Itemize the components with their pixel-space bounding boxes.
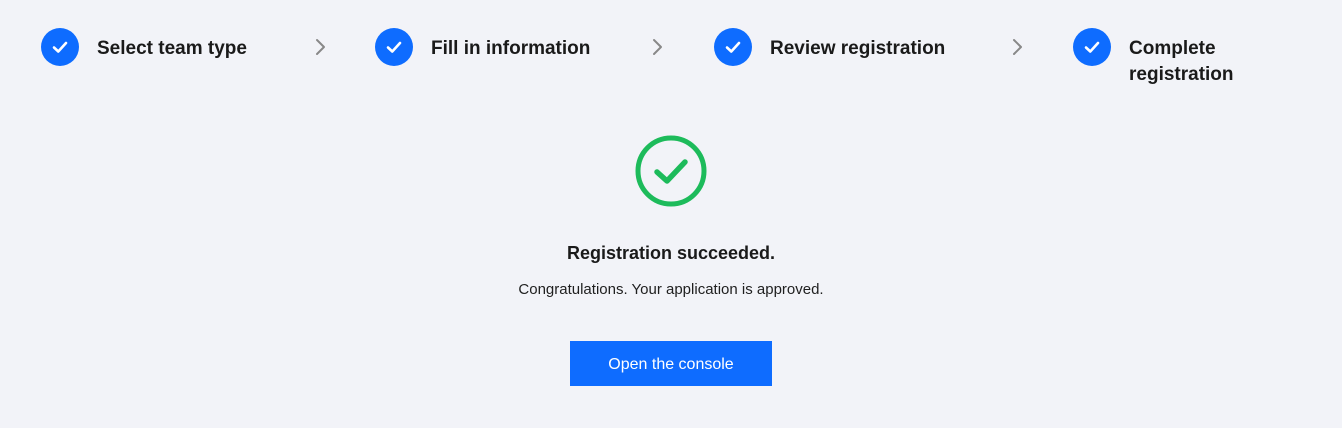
step-select-team-type: Select team type [41,28,247,66]
step-complete-registration: Complete registration [1073,28,1234,88]
chevron-right-icon [1011,37,1025,57]
result-panel: Registration succeeded. Congratulations.… [0,134,1342,386]
step-label: Complete registration [1129,38,1234,85]
success-check-circle-icon [634,134,708,208]
chevron-right-icon [651,37,665,57]
registration-steps: Select team type Fill in information Rev… [41,28,1342,98]
step-review-registration: Review registration [714,28,945,66]
check-icon [1073,28,1111,66]
step-label: Fill in information [431,38,591,59]
step-label: Review registration [770,38,946,59]
check-icon [375,28,413,66]
result-description: Congratulations. Your application is app… [518,281,824,298]
result-title: Registration succeeded. [566,243,776,263]
check-icon [41,28,79,66]
open-console-button[interactable]: Open the console [570,341,772,386]
check-icon [714,28,752,66]
step-fill-in-information: Fill in information [375,28,590,66]
chevron-right-icon [314,37,328,57]
step-label: Select team type [97,38,247,59]
